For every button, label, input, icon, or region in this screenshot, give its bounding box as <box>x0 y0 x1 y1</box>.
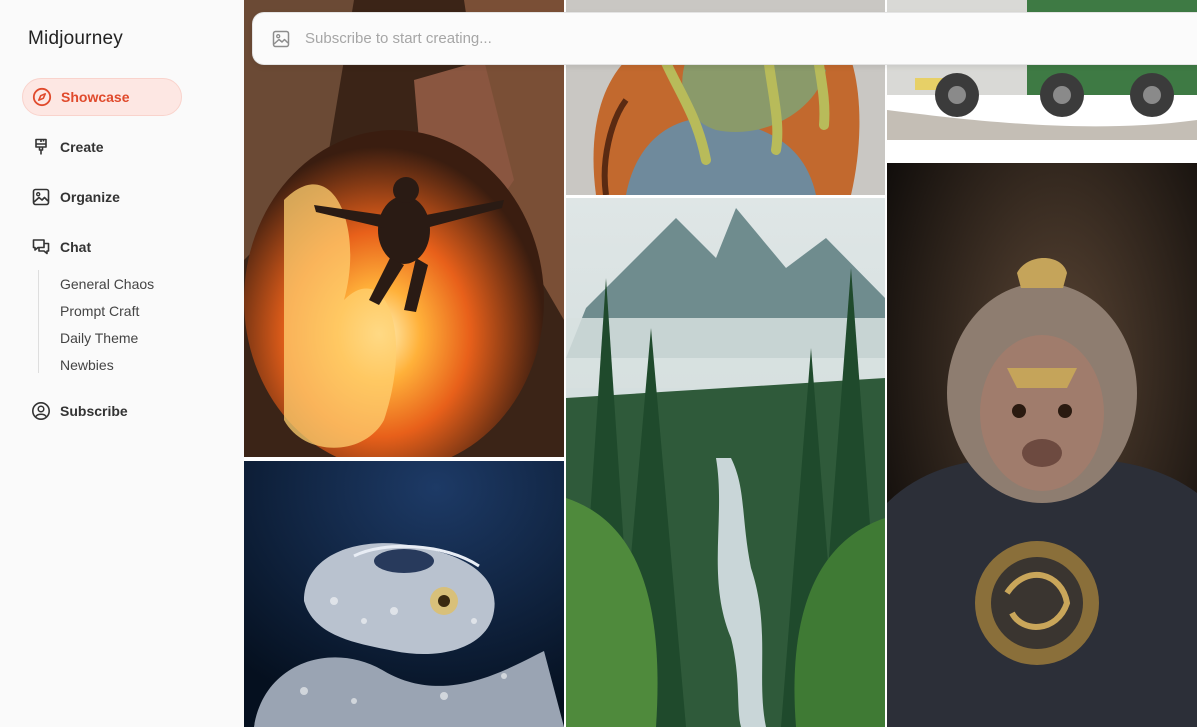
sidebar-item-organize[interactable]: Organize <box>22 178 182 216</box>
sidebar: Midjourney Showcase Create Organize Chat… <box>0 0 244 727</box>
image-icon <box>30 186 52 208</box>
user-circle-icon <box>30 400 52 422</box>
chat-channel-daily-theme[interactable]: Daily Theme <box>60 330 138 346</box>
image-icon[interactable] <box>271 29 291 49</box>
sidebar-item-create[interactable]: Create <box>22 128 182 166</box>
sidebar-item-label: Subscribe <box>60 403 128 419</box>
sidebar-item-label: Chat <box>60 239 92 255</box>
sidebar-item-label: Create <box>60 139 104 155</box>
chat-channel-newbies[interactable]: Newbies <box>60 357 114 373</box>
prompt-bar[interactable] <box>252 12 1197 65</box>
sidebar-item-label: Showcase <box>61 89 130 105</box>
gallery-image-serpent-ring[interactable] <box>244 461 564 727</box>
chat-channel-prompt-craft[interactable]: Prompt Craft <box>60 303 139 319</box>
gallery-image-explosion[interactable] <box>244 0 564 457</box>
sidebar-item-chat[interactable]: Chat <box>22 228 182 266</box>
chat-channel-general-chaos[interactable]: General Chaos <box>60 276 154 292</box>
sidebar-item-label: Organize <box>60 189 120 205</box>
compass-icon <box>31 86 53 108</box>
prompt-input[interactable] <box>305 30 905 47</box>
paintbrush-icon <box>30 136 52 158</box>
gallery-image-monkey-king[interactable] <box>887 163 1197 727</box>
gallery-image-forest-valley[interactable] <box>566 198 885 727</box>
sidebar-item-showcase[interactable]: Showcase <box>22 78 182 116</box>
chat-bubbles-icon <box>30 236 52 258</box>
sidebar-item-subscribe[interactable]: Subscribe <box>22 392 182 430</box>
app-logo[interactable]: Midjourney <box>28 28 123 50</box>
chat-channel-list: General Chaos Prompt Craft Daily Theme N… <box>38 270 188 373</box>
